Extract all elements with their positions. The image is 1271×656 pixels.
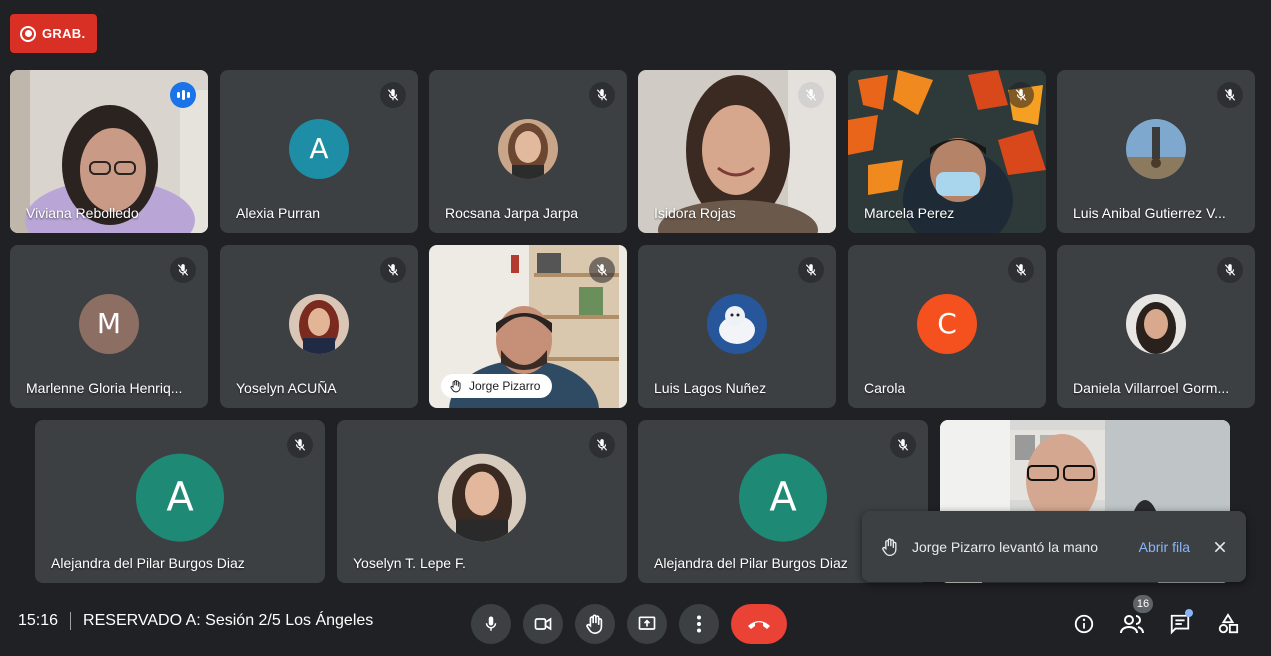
mic-off-icon bbox=[170, 257, 196, 283]
avatar: A bbox=[739, 453, 827, 542]
avatar bbox=[438, 453, 526, 542]
participant-name: Jorge Pizarro bbox=[469, 379, 541, 393]
info-icon bbox=[1074, 614, 1094, 634]
leave-call-button[interactable] bbox=[731, 604, 787, 644]
participant-tile[interactable]: C Carola bbox=[848, 245, 1046, 408]
participant-tile[interactable]: Luis Anibal Gutierrez V... bbox=[1057, 70, 1255, 233]
participant-tile[interactable]: Jorge Pizarro bbox=[429, 245, 627, 408]
recording-label: GRAB. bbox=[42, 26, 86, 41]
avatar bbox=[707, 293, 767, 354]
raise-hand-icon bbox=[586, 614, 603, 634]
mic-off-icon bbox=[1217, 82, 1243, 108]
participant-tile[interactable]: A Alexia Purran bbox=[220, 70, 418, 233]
meeting-title: RESERVADO A: Sesión 2/5 Los Ángeles bbox=[83, 612, 374, 629]
close-icon[interactable] bbox=[1212, 539, 1228, 555]
participant-tile[interactable]: Yoselyn ACUÑA bbox=[220, 245, 418, 408]
speaking-indicator-icon bbox=[170, 82, 196, 108]
present-button[interactable] bbox=[627, 604, 667, 644]
avatar bbox=[1126, 293, 1186, 354]
participant-name: Viviana Rebolledo bbox=[26, 205, 139, 221]
participant-tile[interactable]: M Marlenne Gloria Henriq... bbox=[10, 245, 208, 408]
avatar bbox=[498, 118, 558, 179]
participant-tile[interactable]: Marcela Perez bbox=[848, 70, 1046, 233]
participant-name: Alejandra del Pilar Burgos Diaz bbox=[654, 555, 848, 571]
participant-name: Daniela Villarroel Gorm... bbox=[1073, 380, 1230, 396]
participant-tile[interactable]: Rocsana Jarpa Jarpa bbox=[429, 70, 627, 233]
chat-unread-indicator bbox=[1185, 609, 1193, 617]
raise-hand-icon bbox=[882, 537, 897, 556]
participant-name: Yoselyn ACUÑA bbox=[236, 380, 337, 396]
mic-off-icon bbox=[798, 82, 824, 108]
participant-name: Rocsana Jarpa Jarpa bbox=[445, 205, 579, 221]
mic-off-icon bbox=[287, 432, 313, 458]
mic-off-icon bbox=[1217, 257, 1243, 283]
record-icon bbox=[20, 25, 36, 42]
avatar bbox=[289, 293, 349, 354]
participant-tile[interactable]: Daniela Villarroel Gorm... bbox=[1057, 245, 1255, 408]
avatar: M bbox=[79, 293, 139, 354]
mic-off-icon bbox=[1008, 82, 1034, 108]
activities-icon bbox=[1218, 613, 1239, 634]
mic-icon bbox=[485, 616, 497, 631]
toast-message: Jorge Pizarro levantó la mano bbox=[912, 538, 1098, 555]
raise-hand-button[interactable] bbox=[575, 604, 615, 644]
divider bbox=[70, 612, 72, 630]
meeting-details-button[interactable] bbox=[1068, 608, 1100, 640]
raised-hand-chip: Jorge Pizarro bbox=[441, 374, 553, 398]
mic-off-icon bbox=[589, 257, 615, 283]
participant-tile[interactable]: Yoselyn T. Lepe F. bbox=[337, 420, 627, 583]
participant-tile[interactable]: A Alejandra del Pilar Burgos Diaz bbox=[35, 420, 325, 583]
avatar bbox=[1126, 118, 1186, 179]
avatar: A bbox=[289, 118, 349, 179]
open-queue-button[interactable]: Abrir fila bbox=[1139, 539, 1190, 555]
present-screen-icon bbox=[638, 616, 656, 630]
mic-off-icon bbox=[589, 82, 615, 108]
mic-off-icon bbox=[890, 432, 916, 458]
participant-name: Marlenne Gloria Henriq... bbox=[26, 380, 183, 396]
participant-name: Alexia Purran bbox=[236, 205, 321, 221]
more-options-button[interactable] bbox=[679, 604, 719, 644]
participant-tile[interactable]: Luis Lagos Nuñez bbox=[638, 245, 836, 408]
mic-off-icon bbox=[589, 432, 615, 458]
avatar: A bbox=[136, 453, 224, 542]
participant-name: Luis Anibal Gutierrez V... bbox=[1073, 205, 1226, 221]
avatar: C bbox=[917, 293, 977, 354]
participant-name: Alejandra del Pilar Burgos Diaz bbox=[51, 555, 245, 571]
participant-name: Luis Lagos Nuñez bbox=[654, 380, 767, 396]
raise-hand-icon bbox=[450, 379, 461, 393]
people-icon bbox=[1120, 615, 1144, 634]
meeting-info: 15:16 RESERVADO A: Sesión 2/5 Los Ángele… bbox=[18, 612, 373, 630]
more-vert-icon bbox=[697, 615, 701, 633]
mic-off-icon bbox=[380, 82, 406, 108]
microphone-button[interactable] bbox=[471, 604, 511, 644]
participant-name: Carola bbox=[864, 380, 906, 396]
recording-badge[interactable]: GRAB. bbox=[10, 14, 97, 53]
call-end-icon bbox=[748, 621, 770, 629]
participant-name: Isidora Rojas bbox=[654, 205, 736, 221]
participant-tile[interactable]: Viviana Rebolledo bbox=[10, 70, 208, 233]
participant-name: Marcela Perez bbox=[864, 205, 955, 221]
mic-off-icon bbox=[1008, 257, 1034, 283]
activities-button[interactable] bbox=[1212, 608, 1244, 640]
mic-off-icon bbox=[798, 257, 824, 283]
raised-hand-toast: Jorge Pizarro levantó la mano Abrir fila bbox=[862, 511, 1246, 582]
participant-name: Yoselyn T. Lepe F. bbox=[353, 555, 466, 571]
mic-off-icon bbox=[380, 257, 406, 283]
clock: 15:16 bbox=[18, 612, 59, 629]
videocam-icon bbox=[534, 617, 552, 631]
participant-tile[interactable]: Isidora Rojas bbox=[638, 70, 836, 233]
people-button[interactable] bbox=[1116, 608, 1148, 640]
camera-button[interactable] bbox=[523, 604, 563, 644]
